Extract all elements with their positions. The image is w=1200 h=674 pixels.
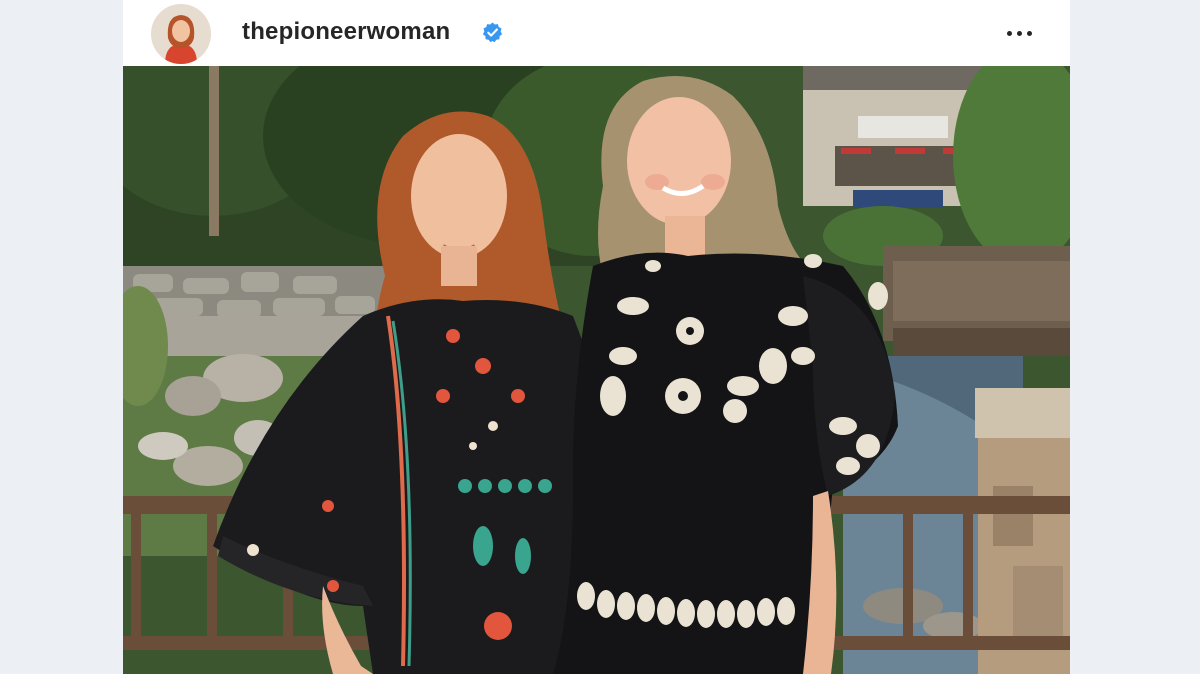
dot-icon (1026, 30, 1032, 36)
avatar-image (151, 4, 211, 64)
post-header: thepioneerwoman (123, 0, 1070, 66)
instagram-post: thepioneerwoman (123, 0, 1070, 674)
more-options-button[interactable] (993, 18, 1045, 48)
dot-icon (1016, 30, 1022, 36)
photo-illustration (123, 66, 1070, 674)
verified-badge-icon (482, 22, 503, 43)
post-photo[interactable] (123, 66, 1070, 674)
profile-avatar[interactable] (151, 4, 211, 64)
username-link[interactable]: thepioneerwoman (242, 17, 450, 47)
dot-icon (1006, 30, 1012, 36)
